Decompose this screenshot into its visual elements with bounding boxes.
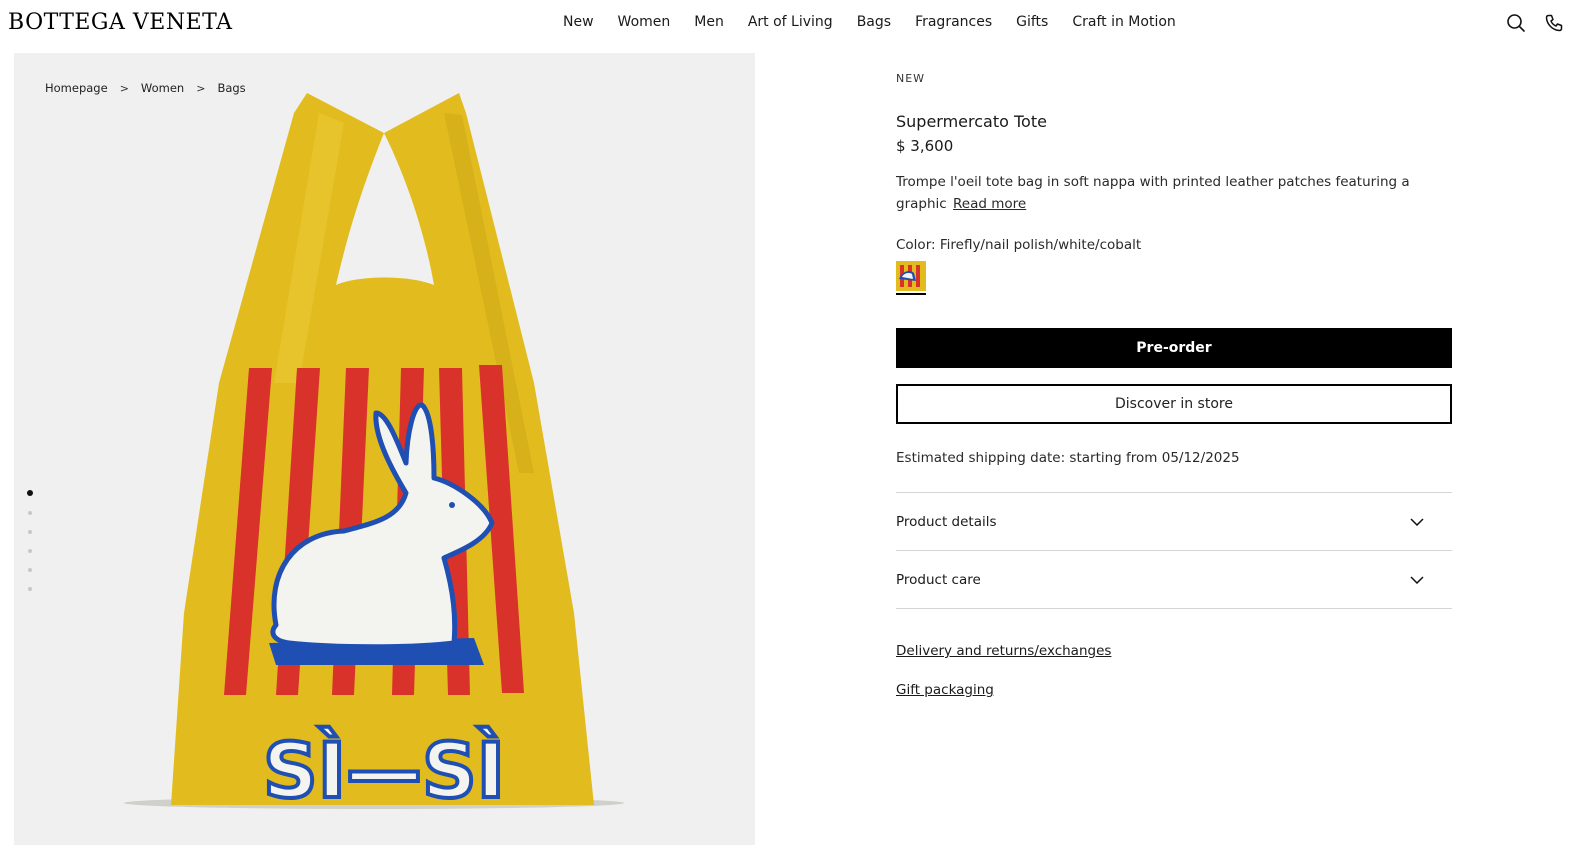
main-nav: New Women Men Art of Living Bags Fragran… (563, 14, 1200, 30)
breadcrumb-women[interactable]: Women (141, 81, 184, 95)
accordion-product-details[interactable]: Product details (896, 493, 1452, 551)
nav-item-new[interactable]: New (563, 14, 594, 30)
new-badge: NEW (896, 72, 926, 85)
brand-logo[interactable]: BOTTEGA VENETA (8, 10, 233, 35)
gallery-dot-6[interactable] (28, 587, 32, 591)
chevron-down-icon (1410, 575, 1424, 584)
search-icon[interactable] (1506, 13, 1526, 33)
color-label: Color: Firefly/nail polish/white/cobalt (896, 237, 1142, 253)
shipping-estimate: Estimated shipping date: starting from 0… (896, 450, 1240, 466)
nav-item-bags[interactable]: Bags (857, 14, 891, 30)
discover-in-store-button[interactable]: Discover in store (896, 384, 1452, 424)
accordion-label: Product care (896, 571, 981, 588)
info-links: Delivery and returns/exchanges Gift pack… (896, 643, 1452, 698)
gallery-dot-2[interactable] (28, 511, 32, 515)
nav-item-craft-in-motion[interactable]: Craft in Motion (1072, 14, 1175, 30)
nav-item-women[interactable]: Women (618, 14, 671, 30)
product-gallery[interactable]: SÌ—SÌ Homepage > Women > Bags (14, 53, 755, 845)
nav-item-fragrances[interactable]: Fragrances (915, 14, 992, 30)
nav-item-men[interactable]: Men (694, 14, 724, 30)
product-price: $ 3,600 (896, 137, 954, 155)
gallery-pagination (27, 490, 33, 591)
gift-packaging-link[interactable]: Gift packaging (896, 682, 1452, 698)
delivery-returns-link[interactable]: Delivery and returns/exchanges (896, 643, 1452, 659)
accordion-label: Product details (896, 513, 997, 530)
nav-item-gifts[interactable]: Gifts (1016, 14, 1048, 30)
bag-print-text: SÌ—SÌ (263, 726, 505, 815)
breadcrumb-bags[interactable]: Bags (217, 81, 245, 95)
gallery-dot-1[interactable] (27, 490, 33, 496)
color-swatch[interactable] (896, 261, 926, 295)
accordion-product-care[interactable]: Product care (896, 551, 1452, 609)
gallery-dot-3[interactable] (28, 530, 32, 534)
gallery-dot-5[interactable] (28, 568, 32, 572)
gallery-dot-4[interactable] (28, 549, 32, 553)
product-image: SÌ—SÌ (124, 93, 624, 817)
product-description: Trompe l'oeil tote bag in soft nappa wit… (896, 171, 1416, 215)
phone-icon[interactable] (1544, 13, 1564, 33)
product-title: Supermercato Tote (896, 112, 1047, 131)
header-actions (1506, 13, 1564, 33)
breadcrumb-homepage[interactable]: Homepage (45, 81, 108, 95)
preorder-button[interactable]: Pre-order (896, 328, 1452, 368)
chevron-down-icon (1410, 517, 1424, 526)
breadcrumb: Homepage > Women > Bags (45, 81, 246, 95)
chevron-right-icon: > (119, 81, 129, 95)
read-more-link[interactable]: Read more (953, 196, 1026, 212)
nav-item-art-of-living[interactable]: Art of Living (748, 14, 833, 30)
product-info: NEW Supermercato Tote $ 3,600 Trompe l'o… (896, 72, 1452, 721)
product-accordion: Product details Product care (896, 492, 1452, 609)
chevron-right-icon: > (196, 81, 206, 95)
